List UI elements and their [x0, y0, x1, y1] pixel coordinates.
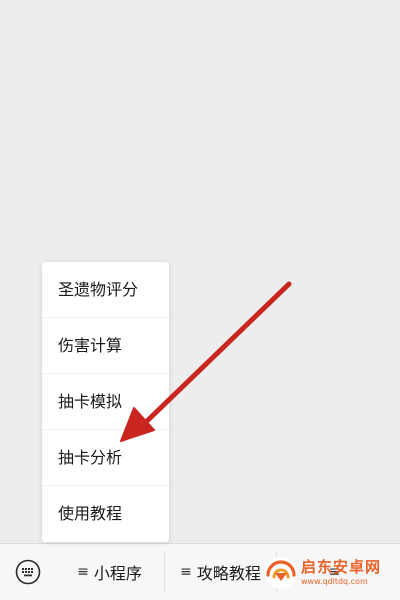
- site-logo-icon: [265, 557, 297, 589]
- menu-item-gacha-analysis[interactable]: 抽卡分析: [42, 430, 169, 486]
- popup-menu: 圣遗物评分 伤害计算 抽卡模拟 抽卡分析 使用教程: [42, 262, 169, 542]
- keyboard-icon: [15, 559, 40, 585]
- menu-lines-icon: ≡: [180, 564, 192, 580]
- tab-guides-label: 攻略教程: [196, 564, 261, 583]
- watermark: 启东安卓网 www.qdltdq.com: [264, 552, 396, 594]
- tab-mini-program-label: 小程序: [93, 564, 142, 583]
- watermark-url: www.qdltdq.com: [301, 577, 368, 586]
- menu-item-artifact-score[interactable]: 圣遗物评分: [42, 262, 169, 318]
- tab-mini-program[interactable]: ≡ 小程序: [55, 552, 165, 592]
- menu-item-damage-calc[interactable]: 伤害计算: [42, 318, 169, 374]
- menu-item-tutorial[interactable]: 使用教程: [42, 486, 169, 542]
- menu-lines-icon: ≡: [77, 564, 89, 580]
- keyboard-toggle-button[interactable]: [0, 544, 55, 600]
- menu-item-gacha-sim[interactable]: 抽卡模拟: [42, 374, 169, 430]
- watermark-title: 启东安卓网: [301, 558, 382, 576]
- tab-guides[interactable]: ≡ 攻略教程: [165, 552, 277, 592]
